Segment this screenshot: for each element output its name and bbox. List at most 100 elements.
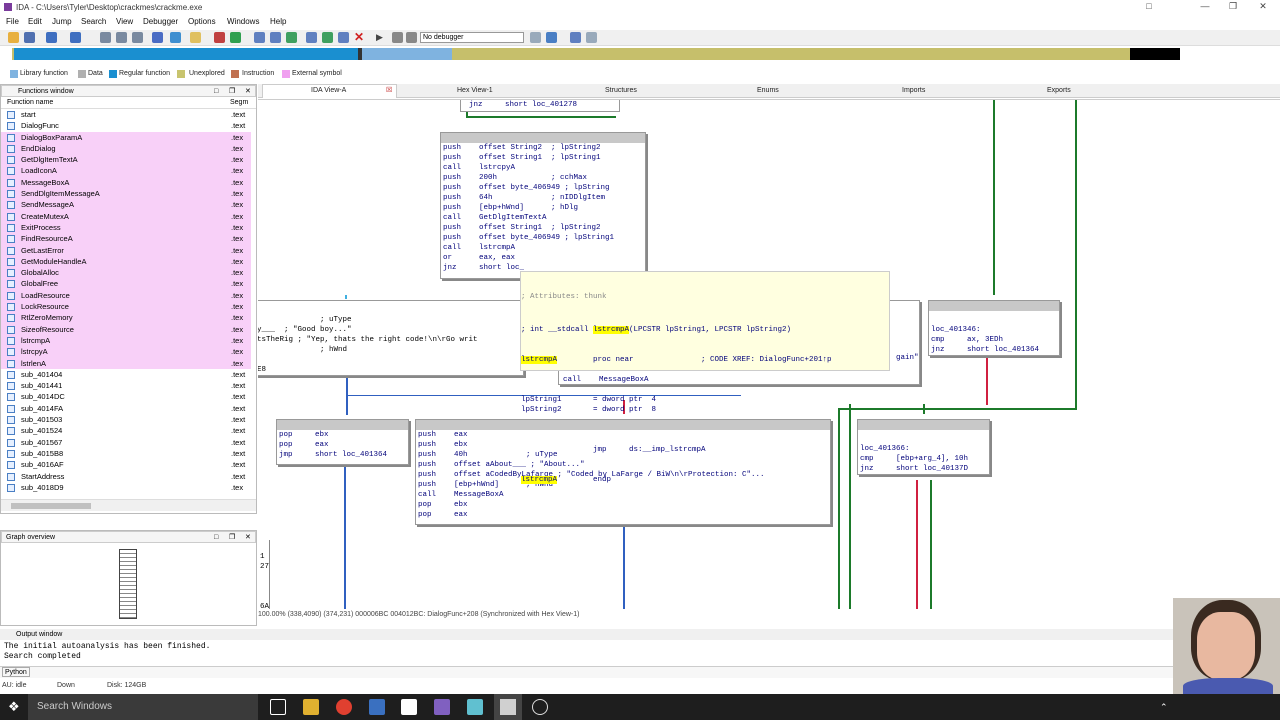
tab-exports[interactable]: Exports xyxy=(1047,85,1071,97)
function-row[interactable]: LoadIconA .tex xyxy=(1,165,251,177)
close-button[interactable]: ✕ xyxy=(1254,1,1272,12)
tab-close-icon[interactable]: ☒ xyxy=(386,85,392,97)
open-icon[interactable] xyxy=(8,32,19,43)
pause-icon[interactable] xyxy=(392,32,403,43)
back-icon[interactable] xyxy=(46,32,57,43)
mail-icon[interactable] xyxy=(401,699,417,715)
binary-search-icon[interactable] xyxy=(100,32,111,43)
function-row[interactable]: lstrlenA .tex xyxy=(1,357,251,369)
debug-tools-icon[interactable] xyxy=(322,32,333,43)
maximize-button[interactable]: ❐ xyxy=(1224,1,1242,12)
function-row[interactable]: ExitProcess .tex xyxy=(1,221,251,234)
function-row[interactable]: LoadResource .tex xyxy=(1,289,251,302)
run-script-icon[interactable] xyxy=(230,32,241,43)
function-row[interactable]: MessageBoxA .tex xyxy=(1,176,251,189)
function-row[interactable]: sub_4018D9 .tex xyxy=(1,482,251,493)
plugin-icon[interactable] xyxy=(286,32,297,43)
function-row[interactable]: sub_401441 .text xyxy=(1,380,251,391)
tab-imports[interactable]: Imports xyxy=(902,85,925,97)
menu-options[interactable]: Options xyxy=(188,17,216,26)
function-row[interactable]: sub_4014FA .text xyxy=(1,403,251,414)
app-icon-4[interactable] xyxy=(532,699,548,715)
function-row[interactable]: GlobalFree .tex xyxy=(1,278,251,290)
function-row[interactable]: GetLastError .tex xyxy=(1,244,251,256)
restore-layout-icon[interactable]: □ xyxy=(1140,1,1158,12)
function-row[interactable]: GlobalAlloc .tex xyxy=(1,267,251,279)
menu-debugger[interactable]: Debugger xyxy=(143,17,178,26)
function-row[interactable]: FindResourceA .tex xyxy=(1,233,251,245)
col-function-name[interactable]: Function name xyxy=(7,97,53,109)
taskbar-search[interactable]: Search Windows xyxy=(28,694,258,720)
function-row[interactable]: SizeofResource .tex xyxy=(1,323,251,335)
struct-icon[interactable] xyxy=(306,32,317,43)
options-icon[interactable] xyxy=(586,32,597,43)
function-row[interactable]: DialogBoxParamA .tex xyxy=(1,131,251,143)
jump-icon[interactable] xyxy=(152,32,163,43)
graph-node-top[interactable]: jnz short loc_401278 xyxy=(460,100,620,112)
function-icon[interactable] xyxy=(214,32,225,43)
tab-enums[interactable]: Enums xyxy=(757,85,779,97)
menu-help[interactable]: Help xyxy=(270,17,286,26)
menu-view[interactable]: View xyxy=(116,17,133,26)
breakpoint-icon[interactable] xyxy=(338,32,349,43)
function-row[interactable]: sub_4016AF .text xyxy=(1,459,251,470)
function-row[interactable]: GetDlgItemTextA .tex xyxy=(1,154,251,166)
function-row[interactable]: LockResource .tex xyxy=(1,301,251,313)
tab-ida-view-a[interactable]: IDA View-A xyxy=(311,85,346,97)
function-row[interactable]: SendDlgItemMessageA .tex xyxy=(1,188,251,200)
python-input-bar[interactable] xyxy=(0,666,1175,678)
float-icon[interactable]: □ xyxy=(214,532,218,543)
function-row[interactable]: start .text xyxy=(1,109,251,120)
download-icon[interactable] xyxy=(170,32,181,43)
function-row[interactable]: sub_4014DC .text xyxy=(1,391,251,402)
graph-overview-minimap[interactable] xyxy=(119,549,137,619)
menu-search[interactable]: Search xyxy=(81,17,106,26)
close-panel-icon[interactable]: ✕ xyxy=(245,532,251,543)
function-row[interactable]: sub_401524 .text xyxy=(1,425,251,436)
graph-node-main[interactable]: push offset String2 ; lpString2 push off… xyxy=(440,132,646,279)
task-view-icon[interactable] xyxy=(270,699,286,715)
function-row[interactable]: StartAddress .text xyxy=(1,471,251,482)
start-icon[interactable]: ❖ xyxy=(8,700,22,714)
python-button[interactable]: Python xyxy=(2,667,30,677)
search-next-icon[interactable] xyxy=(132,32,143,43)
functions-hscrollbar[interactable] xyxy=(1,499,256,511)
function-row[interactable]: lstrcmpA .tex xyxy=(1,334,251,347)
attach-icon[interactable] xyxy=(530,32,541,43)
function-row[interactable]: RtlZeroMemory .tex xyxy=(1,312,251,324)
stop-debug-icon[interactable] xyxy=(406,32,417,43)
text-search-icon[interactable] xyxy=(116,32,127,43)
function-row[interactable]: sub_4015B8 .text xyxy=(1,448,251,459)
function-row[interactable]: DialogFunc .text xyxy=(1,120,251,131)
tab-structures[interactable]: Structures xyxy=(605,85,637,97)
xrefs-icon[interactable] xyxy=(270,32,281,43)
function-row[interactable]: SendMessageA .tex xyxy=(1,199,251,211)
explorer-icon[interactable] xyxy=(303,699,319,715)
ida-task-active[interactable] xyxy=(494,694,522,720)
layout-icon[interactable] xyxy=(570,32,581,43)
menu-file[interactable]: File xyxy=(6,17,19,26)
function-row[interactable]: sub_401567 .text xyxy=(1,437,251,448)
stop-icon[interactable]: ✕ xyxy=(354,31,365,43)
sync-icon[interactable] xyxy=(546,32,557,43)
graph-icon[interactable] xyxy=(254,32,265,43)
function-row[interactable]: sub_401404 .text xyxy=(1,369,251,380)
play-icon[interactable]: ▶ xyxy=(376,32,387,43)
app-icon-1[interactable] xyxy=(369,699,385,715)
save-icon[interactable] xyxy=(24,32,35,43)
graph-node-good-boy[interactable]: ; uType y___ ; "Good boy..." tsTheRig ; … xyxy=(258,300,524,376)
minimize-button[interactable]: — xyxy=(1196,1,1214,12)
tray-chevron-icon[interactable]: ⌃ xyxy=(1160,702,1168,713)
tab-hex-view-1[interactable]: Hex View-1 xyxy=(457,85,493,97)
graph-node-loc-401346[interactable]: loc_401346: cmp ax, 3EDh jnz short loc_4… xyxy=(928,300,1060,356)
menu-jump[interactable]: Jump xyxy=(52,17,72,26)
col-segment[interactable]: Segm xyxy=(230,97,248,109)
debugger-select[interactable]: No debugger xyxy=(420,32,524,43)
navigation-band[interactable] xyxy=(12,48,1180,60)
function-row[interactable]: EndDialog .tex xyxy=(1,142,251,155)
function-row[interactable]: lstrcpyA .tex xyxy=(1,346,251,358)
graph-node-pop[interactable]: pop ebx pop eax jmp short loc_401364 xyxy=(276,419,409,465)
function-row[interactable]: GetModuleHandleA .tex xyxy=(1,255,251,268)
chrome-icon[interactable] xyxy=(336,699,352,715)
pin-icon[interactable]: ❐ xyxy=(229,86,235,97)
